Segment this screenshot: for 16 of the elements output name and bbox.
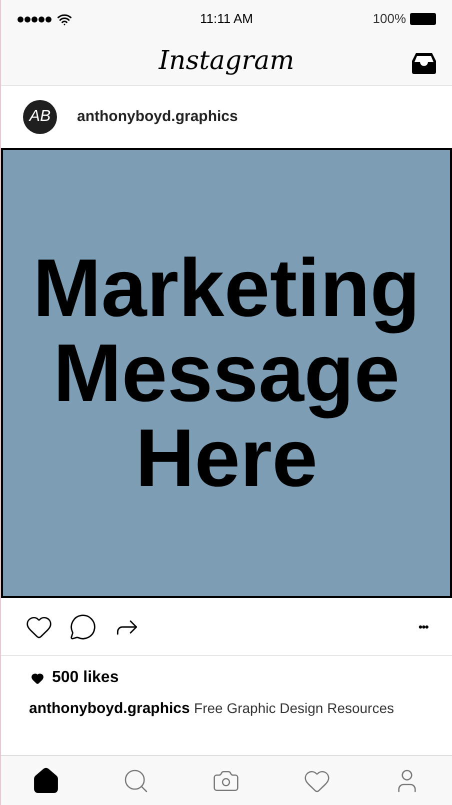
battery-icon	[410, 13, 436, 25]
post-username[interactable]: anthonyboyd.graphics	[77, 106, 238, 128]
heart-icon	[31, 672, 44, 684]
home-icon[interactable]	[32, 766, 60, 794]
caption: anthonyboyd.graphics Free Graphic Design Resources	[29, 700, 394, 717]
likes-count[interactable]: 500 likes	[52, 666, 119, 690]
image-headline: Here	[135, 416, 318, 500]
signal-icon	[17, 16, 53, 22]
comment-icon[interactable]	[69, 612, 97, 640]
status-time: 11:11 AM	[200, 10, 253, 28]
inbox-icon[interactable]	[412, 52, 436, 74]
wifi-icon	[57, 12, 72, 26]
app-logo: Instagram	[158, 45, 294, 78]
battery-percent: 100%	[372, 10, 406, 28]
avatar[interactable]: AB	[23, 100, 57, 134]
more-button[interactable]: •••	[418, 618, 428, 636]
